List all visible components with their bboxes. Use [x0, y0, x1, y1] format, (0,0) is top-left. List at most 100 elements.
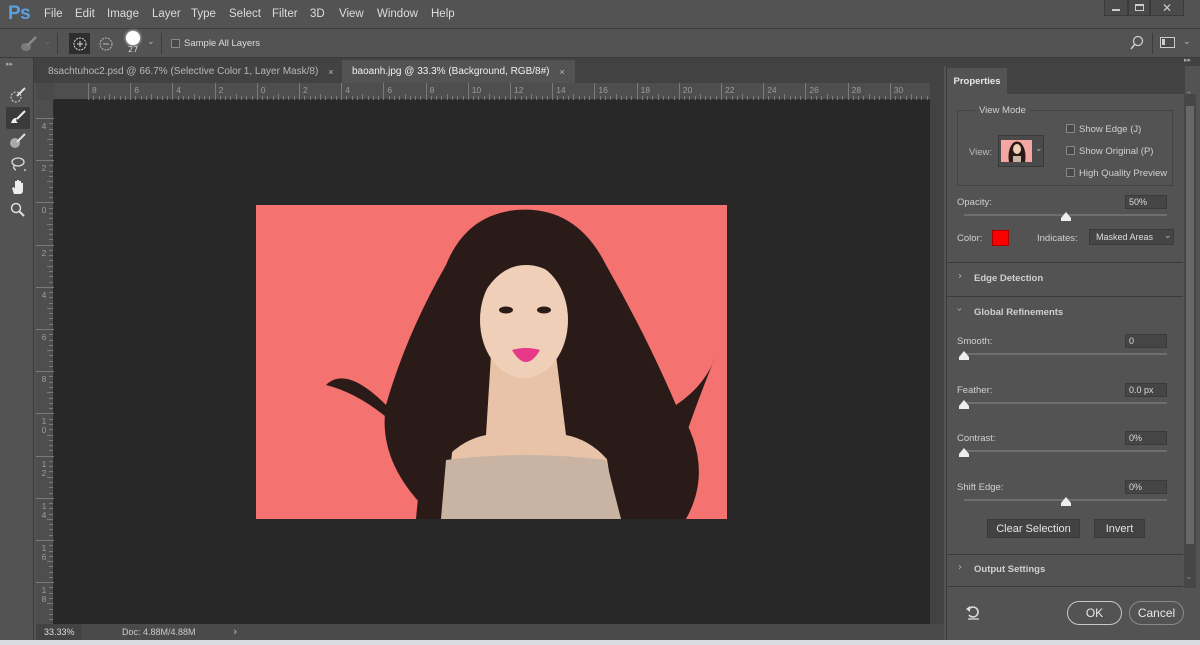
tab-baoanh[interactable]: baoanh.jpg @ 33.3% (Background, RGB/8#) …	[342, 60, 575, 83]
collapse-panel-icon[interactable]: ▸▸	[1184, 56, 1191, 64]
view-mode-dropdown[interactable]: ⌄	[998, 135, 1044, 167]
workspace-chevron-icon[interactable]: ⌄	[1183, 37, 1191, 47]
menu-view[interactable]: View	[339, 8, 364, 20]
brush-picker-chevron-icon[interactable]: ⌄	[147, 37, 155, 47]
ruler-minor-tick	[49, 576, 53, 578]
menu-bar: Ps File Edit Image Layer Type Select Fil…	[0, 0, 1200, 29]
ruler-tick-label: 4	[41, 121, 47, 131]
mask-color-swatch[interactable]	[992, 230, 1009, 246]
contrast-field[interactable]: 0%	[1125, 431, 1167, 445]
menu-select[interactable]: Select	[229, 8, 261, 20]
subtract-from-selection-button[interactable]	[95, 33, 116, 54]
tab-properties[interactable]: Properties	[947, 68, 1007, 94]
menu-filter[interactable]: Filter	[272, 8, 298, 20]
zoom-tool[interactable]	[6, 199, 30, 221]
quick-selection-tool[interactable]	[6, 84, 30, 106]
menu-layer[interactable]: Layer	[152, 8, 181, 20]
scroll-up-icon[interactable]: ⌃	[1185, 91, 1193, 101]
edge-detection-expand-icon[interactable]: ›	[958, 271, 962, 282]
menu-help[interactable]: Help	[431, 8, 455, 20]
ruler-minor-tick	[47, 518, 53, 520]
ruler-minor-tick	[47, 139, 53, 141]
opacity-field[interactable]: 50%	[1125, 195, 1167, 209]
feather-field[interactable]: 0.0 px	[1125, 383, 1167, 397]
search-button[interactable]	[1129, 35, 1145, 54]
menu-edit[interactable]: Edit	[75, 8, 95, 20]
high-quality-preview-checkbox[interactable]	[1066, 168, 1075, 177]
ruler-tick-label: 10	[41, 416, 47, 436]
close-tab-icon[interactable]: ×	[560, 67, 565, 77]
add-to-selection-button[interactable]	[69, 33, 90, 54]
close-tab-icon[interactable]: ×	[328, 67, 333, 77]
feather-slider-track[interactable]	[964, 402, 1167, 404]
ruler-minor-tick	[49, 619, 53, 621]
smooth-slider-track[interactable]	[964, 353, 1167, 355]
ruler-major-tick	[721, 83, 722, 100]
tab-label: baoanh.jpg @ 33.3% (Background, RGB/8#)	[352, 66, 550, 77]
hand-tool[interactable]	[6, 176, 30, 198]
maximize-button[interactable]	[1128, 0, 1150, 16]
invert-button[interactable]: Invert	[1094, 519, 1145, 538]
cancel-button[interactable]: Cancel	[1129, 601, 1184, 625]
clear-selection-button[interactable]: Clear Selection	[987, 519, 1080, 538]
ruler-major-tick	[383, 83, 385, 100]
zoom-level-field[interactable]: 33.33%	[36, 624, 82, 640]
ruler-minor-tick	[49, 165, 53, 167]
sample-all-layers-checkbox[interactable]	[171, 39, 180, 48]
ruler-minor-tick	[49, 186, 53, 188]
menu-image[interactable]: Image	[107, 8, 139, 20]
scrollbar-thumb[interactable]	[1186, 106, 1194, 544]
document-image[interactable]	[256, 205, 727, 519]
ruler-major-tick	[36, 540, 54, 541]
lasso-tool[interactable]	[6, 153, 30, 175]
status-menu-arrow-icon[interactable]: ›	[233, 625, 237, 638]
view-label: View:	[969, 147, 993, 158]
expand-panel-icon[interactable]: ▸▸	[6, 60, 13, 68]
scroll-down-icon[interactable]: ⌄	[1185, 572, 1193, 582]
workspace-button[interactable]	[1160, 37, 1175, 48]
menu-type[interactable]: Type	[191, 8, 216, 20]
ruler-minor-tick	[49, 408, 53, 410]
ok-button[interactable]: OK	[1067, 601, 1122, 625]
global-refinements-header[interactable]: Global Refinements	[974, 307, 1063, 318]
indicates-dropdown[interactable]: Masked Areas ⌄	[1089, 229, 1174, 245]
reset-button[interactable]	[965, 604, 981, 623]
tool-preset-picker[interactable]	[18, 34, 40, 54]
smooth-label: Smooth:	[957, 336, 993, 347]
edge-detection-header[interactable]: Edge Detection	[974, 273, 1043, 284]
vertical-ruler[interactable]: 4 2 0 2 4 6 8 10 12 14 16 18	[36, 100, 54, 624]
canvas-scrollbar[interactable]	[930, 83, 944, 624]
refine-edge-brush-tool[interactable]	[6, 107, 30, 129]
show-original-checkbox[interactable]	[1066, 146, 1075, 155]
ruler-minor-tick	[49, 529, 53, 531]
ruler-major-tick	[88, 83, 89, 100]
ruler-tick-label: 12	[514, 85, 524, 95]
ruler-major-tick	[36, 329, 54, 330]
output-settings-header[interactable]: Output Settings	[974, 564, 1045, 575]
show-edge-label: Show Edge (J)	[1079, 124, 1142, 135]
subtract-from-selection-icon	[99, 37, 112, 50]
minimize-button[interactable]	[1104, 0, 1128, 16]
brush-tool[interactable]	[6, 130, 30, 152]
ruler-minor-tick	[49, 228, 53, 230]
horizontal-ruler[interactable]: 8 6 4 2 0 2 4 6 8 10 12 14 16 18 20 22 24 26 28 30	[54, 83, 930, 100]
menu-file[interactable]: File	[44, 8, 63, 20]
show-edge-checkbox[interactable]	[1066, 124, 1075, 133]
ruler-tick-label: 0	[260, 85, 266, 95]
chevron-down-icon[interactable]: ⌄	[44, 37, 52, 47]
close-button[interactable]: ✕	[1150, 0, 1184, 16]
output-settings-expand-icon[interactable]: ›	[958, 562, 962, 573]
contrast-slider-track[interactable]	[964, 450, 1167, 452]
properties-scrollbar[interactable]: ⌃ ⌄	[1184, 91, 1196, 588]
menu-window[interactable]: Window	[377, 8, 418, 20]
ruler-minor-tick	[49, 260, 53, 262]
menu-3d[interactable]: 3D	[310, 8, 325, 20]
global-refinements-collapse-icon[interactable]: ›	[954, 308, 965, 312]
ruler-minor-tick	[47, 350, 53, 352]
ruler-minor-tick	[49, 234, 53, 236]
brush-preview-icon[interactable]	[126, 31, 140, 45]
ruler-origin[interactable]	[36, 83, 54, 100]
smooth-field[interactable]: 0	[1125, 334, 1167, 348]
tab-8sachtuhoc2[interactable]: 8sachtuhoc2.psd @ 66.7% (Selective Color…	[38, 60, 344, 83]
shift-edge-field[interactable]: 0%	[1125, 480, 1167, 494]
